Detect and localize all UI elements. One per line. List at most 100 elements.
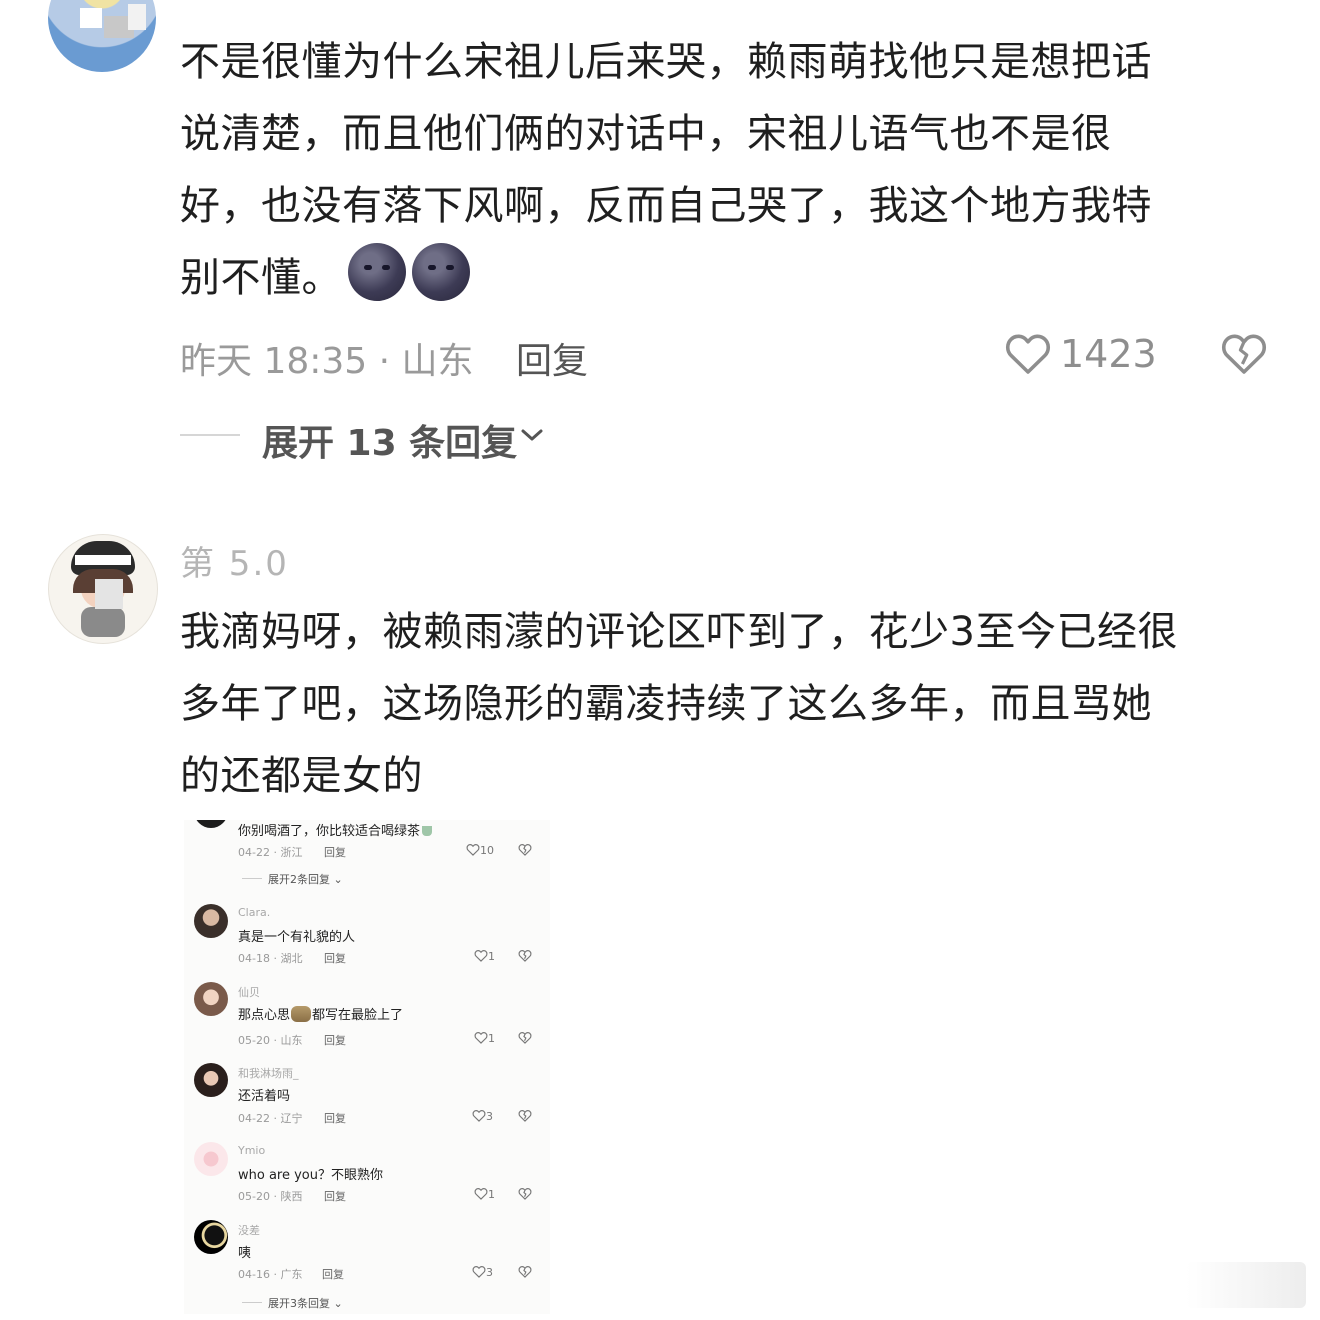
new-moon-face-emoji-icon: [348, 243, 406, 301]
embedded-location: 辽宁: [280, 1112, 303, 1125]
embedded-expand-label: 展开2条回复: [268, 873, 330, 886]
embedded-avatar: [194, 820, 228, 828]
comment-text-line: 我滴妈呀，被赖雨濛的评论区吓到了，花少3至今已经很: [180, 609, 1178, 655]
embedded-like[interactable]: 3: [472, 1109, 493, 1123]
embedded-like[interactable]: 1: [474, 1187, 495, 1201]
divider: [242, 1302, 262, 1303]
embedded-reply-button[interactable]: 回复: [324, 950, 346, 966]
reply-button[interactable]: 回复: [516, 332, 588, 384]
embedded-like-count: 3: [486, 1110, 493, 1123]
heart-like-icon: [472, 1266, 486, 1278]
divider: [242, 878, 262, 879]
embedded-like-count: 10: [480, 844, 494, 857]
embedded-date: 05-20: [238, 1034, 270, 1047]
cat-face-emoji-icon: [291, 1006, 312, 1022]
embedded-avatar[interactable]: [194, 982, 228, 1016]
embedded-date: 04-22: [238, 1112, 270, 1125]
embedded-expand-replies[interactable]: 展开2条回复 ⌄: [268, 871, 343, 887]
embedded-expand-label: 展开3条回复: [268, 1297, 330, 1310]
embedded-username[interactable]: 没差: [238, 1222, 260, 1238]
broken-heart-dislike-icon[interactable]: [518, 843, 532, 856]
embedded-date-location: 05-20 · 山东: [238, 1034, 303, 1047]
divider: [180, 434, 240, 436]
expand-replies-button[interactable]: 展开 13 条回复: [262, 414, 517, 466]
embedded-reply-button[interactable]: 回复: [324, 844, 346, 860]
comment-username[interactable]: 第 5.0: [180, 536, 289, 585]
embedded-comment-text: who are you？不眼熟你: [238, 1168, 383, 1183]
embedded-date: 04-18: [238, 952, 270, 965]
embedded-location: 广东: [280, 1268, 303, 1281]
comment-text-line: 好，也没有落下风啊，反而自己哭了，我这个地方我特: [180, 183, 1152, 229]
broken-heart-dislike-icon[interactable]: [518, 1031, 532, 1044]
embedded-avatar[interactable]: [194, 1063, 228, 1097]
embedded-like-count: 3: [486, 1266, 493, 1279]
embedded-location: 陕西: [280, 1190, 303, 1203]
embedded-reply-button[interactable]: 回复: [324, 1032, 346, 1048]
embedded-date-location: 04-22 · 辽宁: [238, 1112, 303, 1125]
broken-heart-dislike-icon[interactable]: [518, 949, 532, 962]
embedded-comment-segment: 你别喝酒了，你比较适合喝绿茶: [238, 824, 421, 839]
embedded-username[interactable]: Ymio: [238, 1144, 265, 1157]
embedded-date-location: 04-18 · 湖北: [238, 952, 303, 965]
broken-heart-dislike-icon[interactable]: [518, 1187, 532, 1200]
heart-like-icon[interactable]: [1004, 330, 1052, 376]
heart-like-icon: [466, 844, 480, 856]
embedded-comment-segment: 都写在最脸上了: [312, 1008, 404, 1023]
embedded-date: 05-20: [238, 1190, 270, 1203]
embedded-date: 04-22: [238, 846, 270, 859]
comment-text-line: 多年了吧，这场隐形的霸凌持续了这么多年，而且骂她: [180, 681, 1152, 727]
scroll-indicator[interactable]: [1186, 1262, 1306, 1308]
comment-text: 不是很懂为什么宋祖儿后来哭，赖雨萌找他只是想把话 说清楚，而且他们俩的对话中，宋…: [180, 26, 1270, 314]
embedded-like-count: 1: [488, 950, 495, 963]
embedded-reply-button[interactable]: 回复: [324, 1188, 346, 1204]
embedded-like[interactable]: 3: [472, 1265, 493, 1279]
comment-text-segment: 别不懂。: [180, 255, 342, 301]
heart-like-icon: [474, 1032, 488, 1044]
embedded-avatar[interactable]: [194, 1220, 228, 1254]
embedded-like-count: 1: [488, 1032, 495, 1045]
embedded-expand-replies[interactable]: 展开3条回复 ⌄: [268, 1295, 343, 1311]
embedded-comment-text: 咦: [238, 1246, 252, 1261]
embedded-like[interactable]: 1: [474, 1031, 495, 1045]
embedded-location: 湖北: [280, 952, 303, 965]
embedded-like[interactable]: 1: [474, 949, 495, 963]
user-avatar[interactable]: [48, 534, 158, 644]
heart-like-icon: [472, 1110, 486, 1122]
embedded-date-location: 04-16 · 广东: [238, 1268, 303, 1281]
embedded-username[interactable]: 和我淋场雨_: [238, 1065, 299, 1081]
broken-heart-dislike-icon[interactable]: [518, 1109, 532, 1122]
embedded-avatar[interactable]: [194, 904, 228, 938]
embedded-date: 04-16: [238, 1268, 270, 1281]
embedded-comment-segment: 那点心思: [238, 1008, 291, 1023]
embedded-comment-text: 那点心思 都写在最脸上了: [238, 1004, 403, 1023]
heart-like-icon: [474, 1188, 488, 1200]
embedded-username[interactable]: Clara.: [238, 906, 270, 919]
embedded-like-count: 1: [488, 1188, 495, 1201]
comment-text: 我滴妈呀，被赖雨濛的评论区吓到了，花少3至今已经很 多年了吧，这场隐形的霸凌持续…: [180, 596, 1280, 812]
chevron-down-icon[interactable]: [518, 424, 546, 446]
embedded-username[interactable]: 仙贝: [238, 984, 260, 1000]
like-count: 1423: [1060, 332, 1157, 376]
comment-time-location: 昨天 18:35 · 山东: [180, 341, 474, 382]
embedded-comment-text: 你别喝酒了，你比较适合喝绿茶: [238, 820, 433, 839]
embedded-reply-button[interactable]: 回复: [322, 1266, 344, 1282]
broken-heart-dislike-icon[interactable]: [1220, 330, 1268, 376]
comment-text-line: 说清楚，而且他们俩的对话中，宋祖儿语气也不是很: [180, 111, 1112, 157]
heart-like-icon: [474, 950, 488, 962]
green-tea-emoji-icon: [422, 826, 433, 836]
comment-text-line: 的还都是女的: [180, 753, 423, 799]
embedded-screenshot-image[interactable]: 你别喝酒了，你比较适合喝绿茶 04-22 · 浙江 回复 10 展开2条回复 ⌄…: [184, 820, 550, 1314]
new-moon-face-emoji-icon: [412, 243, 470, 301]
user-avatar[interactable]: [48, 0, 156, 72]
comment-text-line: 不是很懂为什么宋祖儿后来哭，赖雨萌找他只是想把话: [180, 39, 1152, 85]
broken-heart-dislike-icon[interactable]: [518, 1265, 532, 1278]
embedded-comment-text: 还活着吗: [238, 1089, 291, 1104]
embedded-date-location: 05-20 · 陕西: [238, 1190, 303, 1203]
embedded-like[interactable]: 10: [466, 843, 494, 857]
embedded-reply-button[interactable]: 回复: [324, 1110, 346, 1126]
embedded-location: 浙江: [280, 846, 303, 859]
embedded-location: 山东: [280, 1034, 303, 1047]
embedded-comment-text: 真是一个有礼貌的人: [238, 930, 356, 945]
comment-text-line-last: 别不懂。: [180, 242, 1270, 314]
embedded-avatar[interactable]: [194, 1142, 228, 1176]
